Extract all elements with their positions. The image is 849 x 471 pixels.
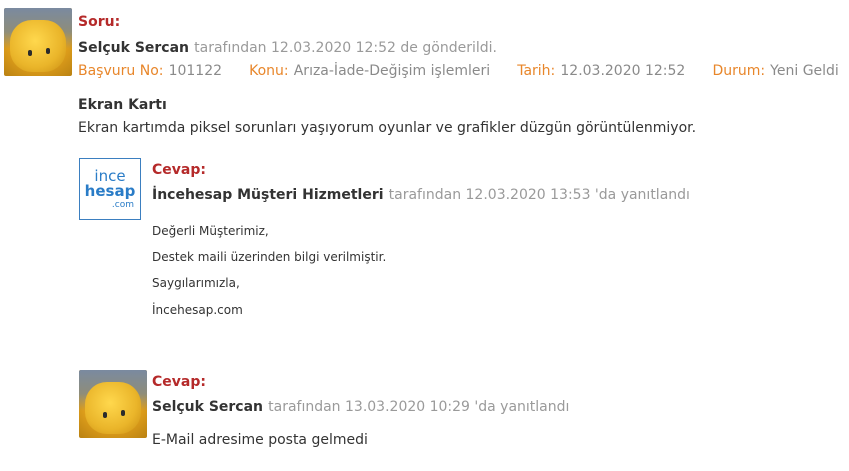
reply-2-body: E-Mail adresime posta gelmedi xyxy=(152,432,368,448)
question-title: Ekran Kartı xyxy=(78,97,167,113)
incehesap-logo: ince hesap .com xyxy=(79,158,141,220)
application-number-label: Başvuru No: xyxy=(78,63,164,79)
subject-label: Konu: xyxy=(249,63,289,79)
reply-1-line-1: Değerli Müşterimiz, xyxy=(152,224,269,238)
question-author-line: Selçuk Sercan tarafından 12.03.2020 12:5… xyxy=(78,37,497,56)
question-avatar xyxy=(4,8,72,76)
status-label: Durum: xyxy=(712,63,766,79)
reply-1-line-2: Destek maili üzerinden bilgi verilmiştir… xyxy=(152,250,387,264)
reply-2-avatar xyxy=(79,370,147,438)
subject-value: Arıza-İade-Değişim işlemleri xyxy=(293,63,491,79)
reply-1-author-line: İncehesap Müşteri Hizmetleri tarafından … xyxy=(152,184,690,203)
reply-2-meta: tarafından 13.03.2020 10:29 'da yanıtlan… xyxy=(268,399,570,415)
question-body: Ekran kartımda piksel sorunları yaşıyoru… xyxy=(78,120,697,136)
reply-2-author: Selçuk Sercan xyxy=(152,399,264,415)
reply-1-heading: Cevap: xyxy=(152,162,206,178)
application-number-value: 101122 xyxy=(168,63,223,79)
question-author: Selçuk Sercan xyxy=(78,40,190,56)
date-value: 12.03.2020 12:52 xyxy=(560,63,686,79)
reply-1-meta: tarafından 12.03.2020 13:53 'da yanıtlan… xyxy=(388,187,690,203)
reply-2-author-line: Selçuk Sercan tarafından 13.03.2020 10:2… xyxy=(152,396,569,415)
question-heading: Soru: xyxy=(78,14,121,30)
reply-1-line-3: Saygılarımızla, xyxy=(152,276,240,290)
status-value: Yeni Geldi xyxy=(770,63,839,79)
reply-1-line-4: İncehesap.com xyxy=(152,303,243,317)
question-details: Başvuru No: 101122 Konu: Arıza-İade-Deği… xyxy=(78,60,839,79)
date-label: Tarih: xyxy=(517,63,556,79)
reply-2-heading: Cevap: xyxy=(152,374,206,390)
reply-1-author: İncehesap Müşteri Hizmetleri xyxy=(152,187,384,203)
question-sent-text: tarafından 12.03.2020 12:52 de gönderild… xyxy=(194,40,497,56)
